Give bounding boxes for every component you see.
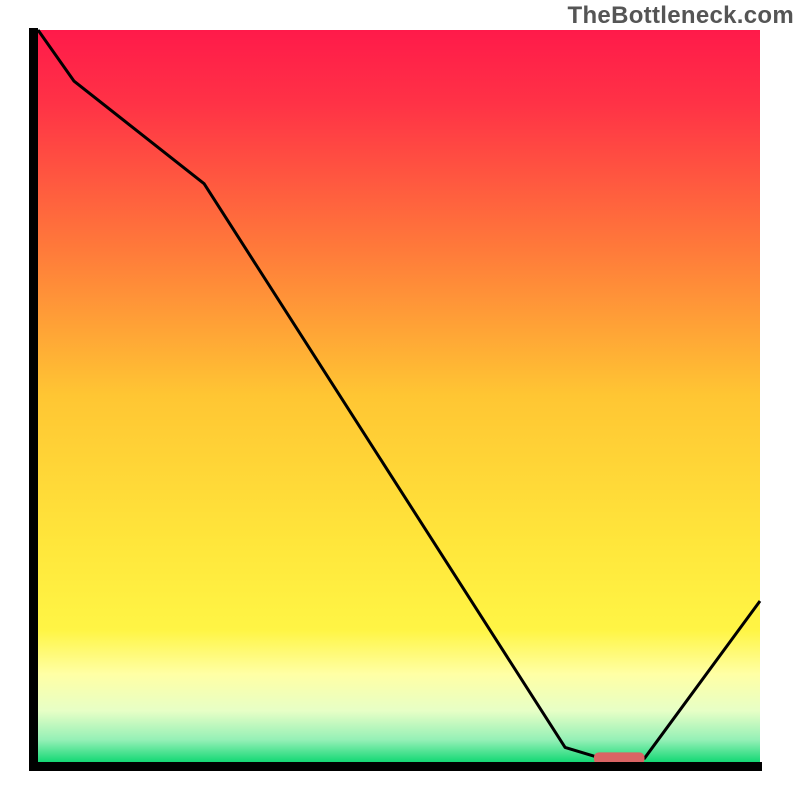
bottleneck-chart: TheBottleneck.com <box>0 0 800 800</box>
watermark-text: TheBottleneck.com <box>568 2 794 30</box>
chart-svg <box>0 0 800 800</box>
